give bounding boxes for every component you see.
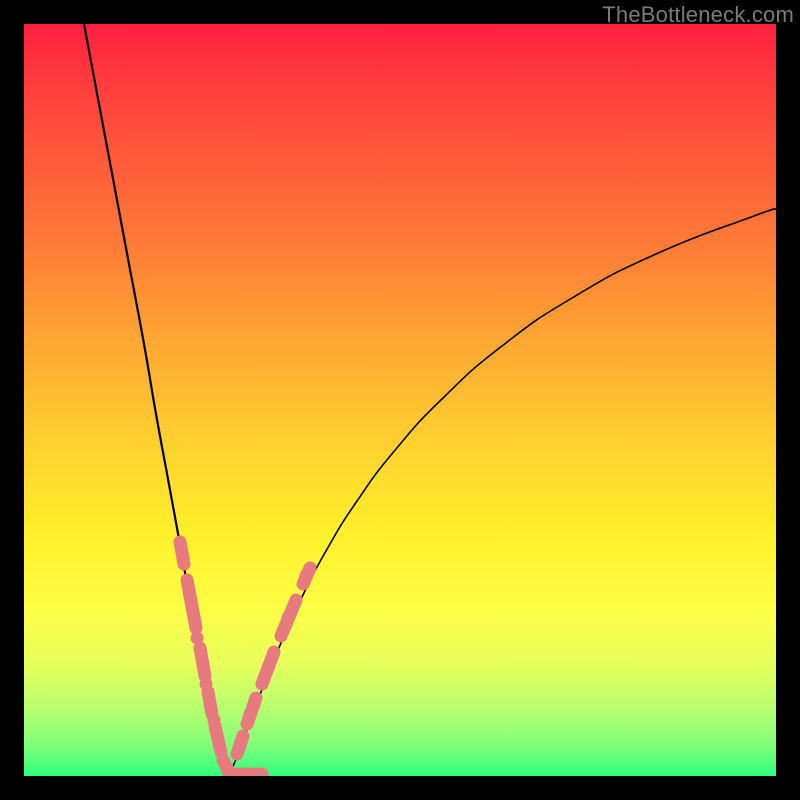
marker-segment xyxy=(215,726,220,748)
chart-frame: TheBottleneck.com xyxy=(0,0,800,800)
marker-dot xyxy=(200,678,213,691)
marker-segment xyxy=(200,648,205,676)
curve-layer xyxy=(24,24,776,776)
marker-segment xyxy=(180,542,184,564)
marker-dot xyxy=(208,714,221,727)
marker-dot xyxy=(234,740,247,753)
marker-segment xyxy=(187,580,196,628)
marker-dot xyxy=(300,570,313,583)
plot-area xyxy=(24,24,776,776)
marker-dot xyxy=(282,612,295,625)
marker-dot xyxy=(215,746,228,759)
marker-segment xyxy=(208,692,212,714)
marker-dot xyxy=(262,662,275,675)
marker-group xyxy=(180,542,313,776)
marker-dot xyxy=(191,632,204,645)
marker-dot xyxy=(244,708,257,721)
right-branch-curve xyxy=(229,209,776,774)
marker-dot xyxy=(184,590,197,603)
